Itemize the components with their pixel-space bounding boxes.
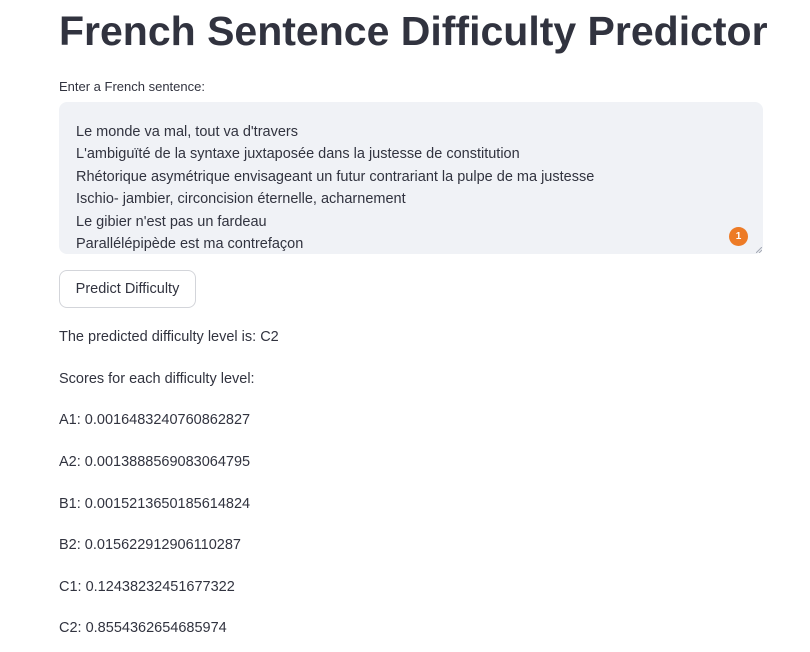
sentence-input-label: Enter a French sentence: xyxy=(59,79,205,94)
score-c2: C2: 0.8554362654685974 xyxy=(59,620,227,636)
score-a1: A1: 0.0016483240760862827 xyxy=(59,412,251,428)
sentence-textarea[interactable]: Le monde va mal, tout va d'travers L'amb… xyxy=(59,102,763,254)
score-a2: A2: 0.0013888569083064795 xyxy=(59,454,251,470)
page-title: French Sentence Difficulty Predictor xyxy=(59,8,768,54)
score-c1: C1: 0.12438232451677322 xyxy=(59,579,235,595)
scores-heading: Scores for each difficulty level: xyxy=(59,371,255,387)
app-main: French Sentence Difficulty Predictor Ent… xyxy=(0,0,810,652)
predicted-level-text: The predicted difficulty level is: C2 xyxy=(59,329,279,345)
notification-badge: 1 xyxy=(729,227,748,246)
score-b2: B2: 0.015622912906110287 xyxy=(59,537,241,553)
predict-difficulty-button[interactable]: Predict Difficulty xyxy=(59,270,196,308)
resize-handle-icon[interactable] xyxy=(756,247,762,253)
score-b1: B1: 0.0015213650185614824 xyxy=(59,496,251,512)
sentence-textarea-value[interactable]: Le monde va mal, tout va d'travers L'amb… xyxy=(76,121,743,251)
